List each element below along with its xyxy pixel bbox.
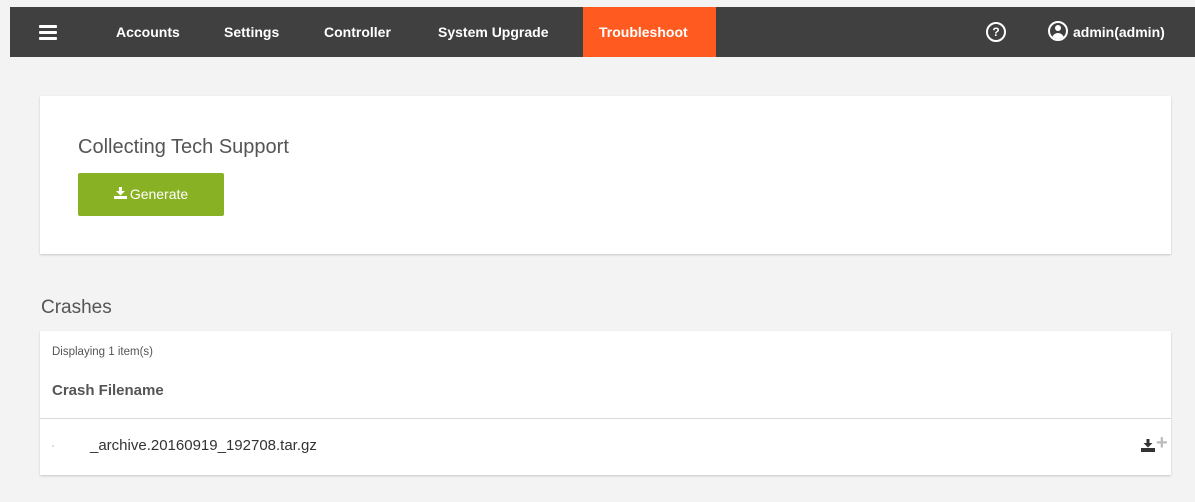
column-header-crash-filename[interactable]: Crash Filename xyxy=(52,382,164,399)
generate-label: Generate xyxy=(129,186,189,202)
nav-settings[interactable]: Settings xyxy=(224,7,279,57)
crashes-table-card: Displaying 1 item(s) Crash Filename _arc… xyxy=(40,331,1171,475)
nav-troubleshoot[interactable]: Troubleshoot xyxy=(583,7,716,57)
nav-controller[interactable]: Controller xyxy=(324,7,391,57)
nav-accounts[interactable]: Accounts xyxy=(116,7,180,57)
download-icon xyxy=(113,187,127,200)
row-marker xyxy=(52,445,54,447)
generate-button[interactable]: Generate xyxy=(78,173,224,216)
item-count-text: Displaying 1 item(s) xyxy=(52,346,153,358)
top-navigation-bar: Accounts Settings Controller System Upgr… xyxy=(10,7,1195,57)
download-icon[interactable] xyxy=(1141,439,1155,452)
hamburger-menu-icon[interactable] xyxy=(39,25,57,40)
crashes-section-title: Crashes xyxy=(41,297,112,318)
plus-icon[interactable]: + xyxy=(1156,432,1168,455)
help-icon[interactable]: ? xyxy=(986,22,1006,42)
user-label: admin(admin) xyxy=(1073,24,1165,40)
user-menu[interactable]: admin(admin) xyxy=(1048,7,1165,57)
nav-system-upgrade[interactable]: System Upgrade xyxy=(438,7,548,57)
table-row: _archive.20160919_192708.tar.gz + xyxy=(40,419,1171,475)
tech-support-title: Collecting Tech Support xyxy=(78,136,289,158)
tech-support-card: Collecting Tech Support Generate xyxy=(40,96,1171,254)
crash-filename: _archive.20160919_192708.tar.gz xyxy=(90,437,317,454)
user-icon xyxy=(1048,21,1068,42)
